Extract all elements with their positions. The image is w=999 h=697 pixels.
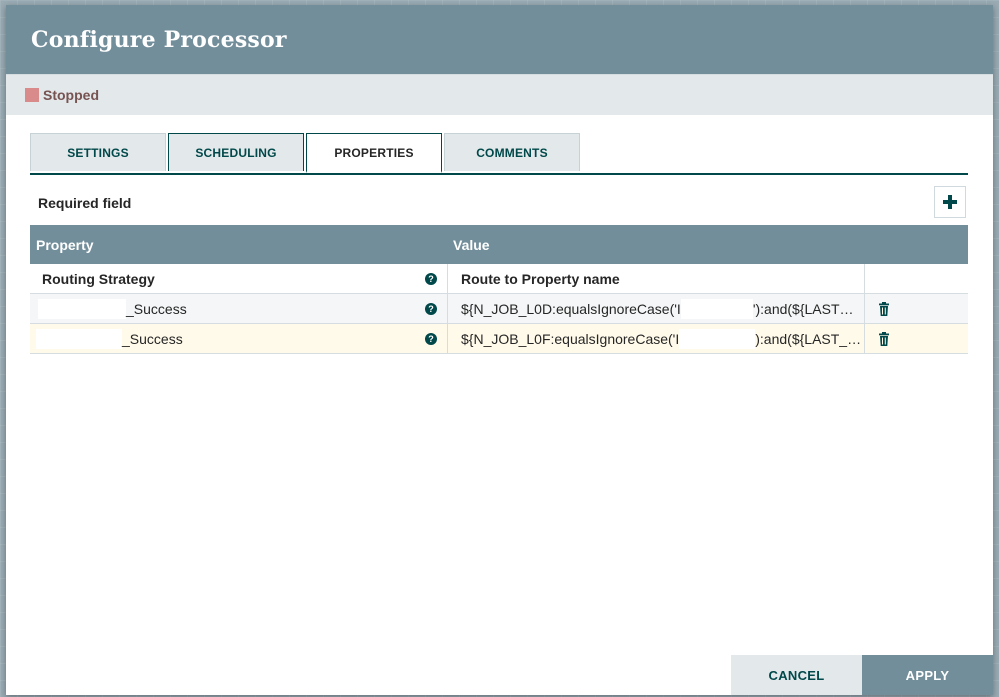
property-name-suffix: _Success [122,330,183,347]
status-bar: Stopped [6,74,993,115]
apply-button[interactable]: APPLY [862,655,993,695]
actions-cell [865,294,968,323]
add-property-button[interactable] [934,186,966,218]
property-value: Route to Property name [461,270,620,287]
property-value-cell[interactable]: Route to Property name [448,264,865,293]
properties-table: Property Value Routing Strategy ? Route … [30,225,968,354]
table-row[interactable]: Routing Strategy ? Route to Property nam… [30,264,968,294]
property-value-cell[interactable]: ${N_JOB_L0D:equalsIgnoreCase('I '):and($… [448,294,865,323]
property-value-suffix: '):and(${LAST… [752,300,854,317]
property-value-cell[interactable]: ${N_JOB_L0F:equalsIgnoreCase('I ):and(${… [448,324,865,353]
status-label: Stopped [43,87,99,103]
table-row[interactable]: _Success ? ${N_JOB_L0F:equalsIgnoreCase(… [30,324,968,354]
actions-cell [865,324,968,353]
cancel-button[interactable]: CANCEL [731,655,862,695]
trash-icon[interactable] [877,301,891,316]
redacted-text [38,298,126,319]
help-icon[interactable]: ? [425,332,437,345]
table-row[interactable]: _Success ? ${N_JOB_L0D:equalsIgnoreCase(… [30,294,968,324]
help-icon[interactable]: ? [425,272,437,285]
table-header: Property Value [30,225,968,264]
column-header-value: Value [453,236,490,253]
property-name-suffix: _Success [126,300,187,317]
tab-comments[interactable]: COMMENTS [444,133,580,171]
plus-icon [943,195,957,209]
property-value-suffix: ):and(${LAST_… [755,330,862,347]
dialog-header: Configure Processor [6,5,993,74]
redacted-text [679,328,756,349]
redacted-text [36,328,122,349]
tab-settings[interactable]: SETTINGS [30,133,166,171]
dialog-title: Configure Processor [31,26,287,53]
tab-properties[interactable]: PROPERTIES [306,133,442,173]
actions-cell [865,264,968,293]
stopped-status-icon [25,88,39,102]
tab-bar: SETTINGS SCHEDULING PROPERTIES COMMENTS [30,133,968,175]
trash-icon[interactable] [877,331,891,346]
dialog-footer: CANCEL APPLY [731,655,993,695]
property-name-cell: Routing Strategy ? [30,264,448,293]
required-field-label: Required field [38,195,132,211]
redacted-text [680,298,753,319]
property-value-prefix: ${N_JOB_L0D:equalsIgnoreCase('I [461,300,681,317]
property-name: Routing Strategy [42,270,155,287]
help-icon[interactable]: ? [425,302,437,315]
tab-scheduling[interactable]: SCHEDULING [168,133,304,171]
property-name-cell: _Success ? [30,294,448,323]
column-header-property: Property [36,236,94,253]
configure-processor-dialog: Configure Processor Stopped SETTINGS SCH… [6,5,993,695]
property-name-cell: _Success ? [30,324,448,353]
property-value-prefix: ${N_JOB_L0F:equalsIgnoreCase('I [461,330,680,347]
